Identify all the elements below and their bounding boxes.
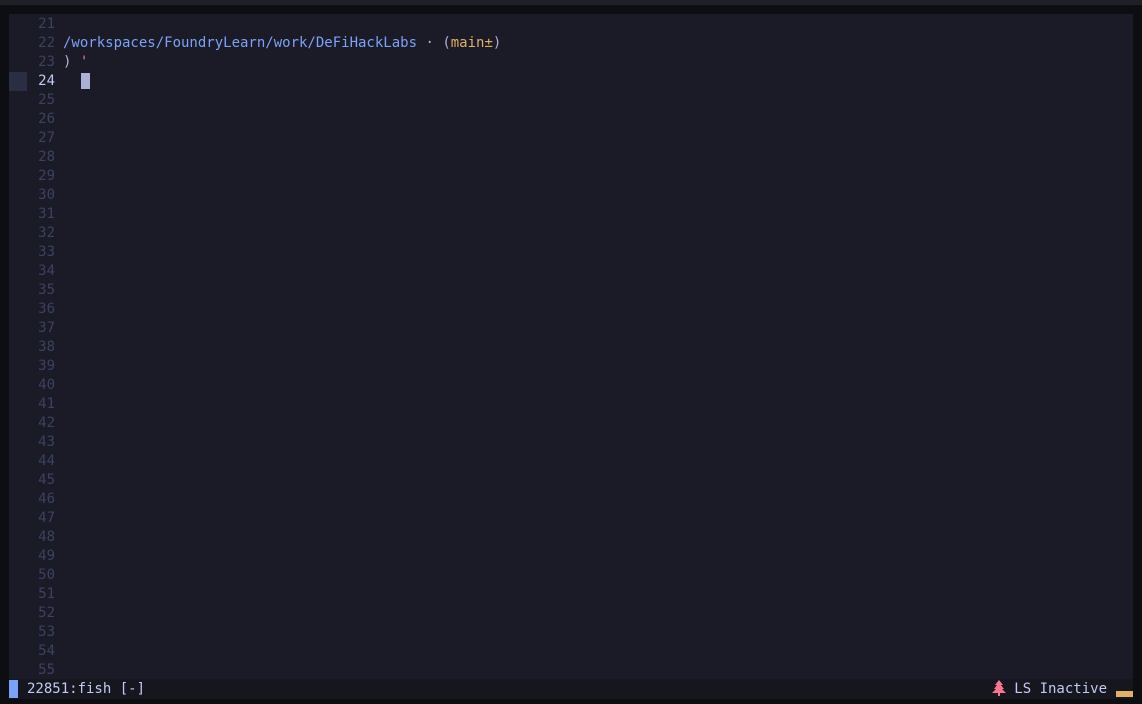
line-number: 21 xyxy=(38,16,55,32)
editor-line: 55 xyxy=(9,661,1133,679)
line-number: 39 xyxy=(38,358,55,374)
editor-line: 21 xyxy=(9,15,1133,34)
editor-line: 34 xyxy=(9,262,1133,281)
ls-status-text: LS Inactive xyxy=(1014,681,1107,697)
editor-line: 30 xyxy=(9,186,1133,205)
terminal-label[interactable]: 22851:fish [-] xyxy=(27,679,145,699)
current-line-highlight xyxy=(9,72,27,91)
editor-line: 50 xyxy=(9,566,1133,585)
prompt-path: /workspaces/FoundryLearn/work/DeFiHackLa… xyxy=(63,35,418,51)
line-number: 31 xyxy=(38,206,55,222)
editor-line: 33 xyxy=(9,243,1133,262)
line-number: 54 xyxy=(38,643,55,659)
line-number: 36 xyxy=(38,301,55,317)
line-number: 37 xyxy=(38,320,55,336)
line-number: 45 xyxy=(38,472,55,488)
editor-line: 52 xyxy=(9,604,1133,623)
line-number: 34 xyxy=(38,263,55,279)
command-line: ) ' xyxy=(63,53,88,72)
line-number: 44 xyxy=(38,453,55,469)
status-bar: 22851:fish [-] LS Inactive xyxy=(9,679,1133,699)
line-number: 25 xyxy=(38,92,55,108)
editor-line: 37 xyxy=(9,319,1133,338)
ls-status[interactable]: LS Inactive xyxy=(992,679,1107,699)
editor-line: 24 xyxy=(9,72,1133,91)
editor-line: 39 xyxy=(9,357,1133,376)
line-number: 47 xyxy=(38,510,55,526)
editor-line: 49 xyxy=(9,547,1133,566)
editor-line: 43 xyxy=(9,433,1133,452)
mode-indicator xyxy=(9,680,18,698)
line-number: 52 xyxy=(38,605,55,621)
line-number: 22 xyxy=(38,35,55,51)
editor-line: 54 xyxy=(9,642,1133,661)
editor-line: 23) ' xyxy=(9,53,1133,72)
top-border xyxy=(0,0,1142,5)
editor-line: 42 xyxy=(9,414,1133,433)
editor-line: 51 xyxy=(9,585,1133,604)
editor-line: 28 xyxy=(9,148,1133,167)
line-number: 33 xyxy=(38,244,55,260)
tree-icon xyxy=(992,680,1007,696)
editor-line: 46 xyxy=(9,490,1133,509)
line-number: 27 xyxy=(38,130,55,146)
editor-line: 27 xyxy=(9,129,1133,148)
line-number: 29 xyxy=(38,168,55,184)
editor-line: 41 xyxy=(9,395,1133,414)
git-branch: main± xyxy=(450,35,493,51)
git-close: ) xyxy=(492,35,502,51)
line-number: 55 xyxy=(38,662,55,678)
line-number: 49 xyxy=(38,548,55,564)
editor-line: 45 xyxy=(9,471,1133,490)
line-number: 30 xyxy=(38,187,55,203)
editor-line: 31 xyxy=(9,205,1133,224)
line-number: 26 xyxy=(38,111,55,127)
line-number: 51 xyxy=(38,586,55,602)
editor-line: 25 xyxy=(9,91,1133,110)
line-number: 28 xyxy=(38,149,55,165)
editor-line: 22/workspaces/FoundryLearn/work/DeFiHack… xyxy=(9,34,1133,53)
editor-line: 47 xyxy=(9,509,1133,528)
editor-line: 44 xyxy=(9,452,1133,471)
prompt-separator: · xyxy=(417,35,443,51)
typed-text: ' xyxy=(79,54,89,70)
editor-line: 40 xyxy=(9,376,1133,395)
editor-line: 35 xyxy=(9,281,1133,300)
prompt-symbol: ) xyxy=(63,54,72,70)
editor-line: 32 xyxy=(9,224,1133,243)
editor-line: 26 xyxy=(9,110,1133,129)
prompt-line: /workspaces/FoundryLearn/work/DeFiHackLa… xyxy=(63,34,501,53)
line-number: 35 xyxy=(38,282,55,298)
line-number: 53 xyxy=(38,624,55,640)
editor-line: 36 xyxy=(9,300,1133,319)
line-number: 46 xyxy=(38,491,55,507)
line-number: 23 xyxy=(38,54,55,70)
text-cursor xyxy=(81,73,90,89)
line-number: 24 xyxy=(38,73,55,89)
line-number: 38 xyxy=(38,339,55,355)
line-number: 41 xyxy=(38,396,55,412)
line-number: 50 xyxy=(38,567,55,583)
line-number: 48 xyxy=(38,529,55,545)
editor-line: 48 xyxy=(9,528,1133,547)
corner-indicator xyxy=(1116,691,1133,697)
line-number: 42 xyxy=(38,415,55,431)
editor-line: 53 xyxy=(9,623,1133,642)
git-open: ( xyxy=(442,35,451,51)
line-number: 32 xyxy=(38,225,55,241)
editor-line: 29 xyxy=(9,167,1133,186)
editor-line: 38 xyxy=(9,338,1133,357)
line-number: 43 xyxy=(38,434,55,450)
line-number: 40 xyxy=(38,377,55,393)
terminal-editor-window[interactable]: 21 22/workspaces/FoundryLearn/work/DeFiHa… xyxy=(9,14,1133,679)
